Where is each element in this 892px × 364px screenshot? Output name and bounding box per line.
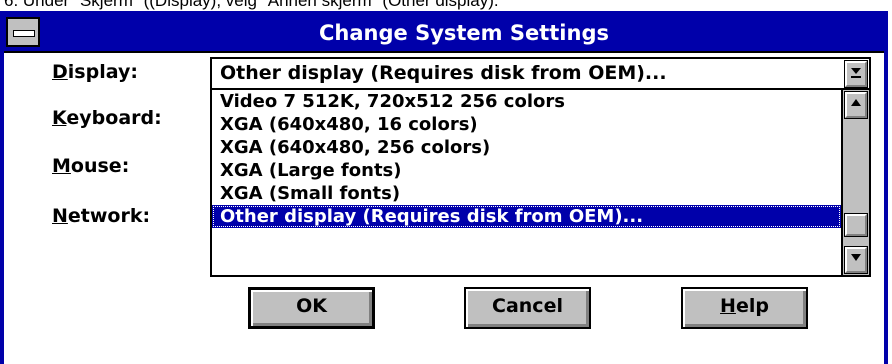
list-item[interactable]: XGA (640x480, 256 colors) [212,136,841,159]
instruction-caption: 6. Under "Skjerm" ((Display), velg "Anne… [4,0,499,10]
list-item[interactable]: Video 7 512K, 720x512 256 colors [212,90,841,113]
display-list-items: Video 7 512K, 720x512 256 colors XGA (640… [212,90,841,228]
display-combobox-value: Other display (Requires disk from OEM)..… [220,62,667,84]
dropdown-arrow-icon[interactable] [844,60,868,88]
scroll-down-arrow-icon[interactable] [844,246,868,274]
system-menu-icon[interactable] [6,17,40,47]
window-title: Change System Settings [319,21,609,45]
ok-button[interactable]: OK [248,287,375,329]
list-item[interactable]: Other display (Requires disk from OEM)..… [212,205,841,228]
list-item[interactable]: XGA (Small fonts) [212,182,841,205]
display-combobox[interactable]: Other display (Requires disk from OEM)..… [210,57,871,90]
list-item[interactable]: XGA (Large fonts) [212,159,841,182]
keyboard-label: Keyboard: [52,107,162,129]
mouse-label: Mouse: [52,155,130,177]
display-label: Display: [52,61,138,83]
display-listbox[interactable]: Video 7 512K, 720x512 256 colors XGA (640… [210,90,871,277]
list-item[interactable]: XGA (640x480, 16 colors) [212,113,841,136]
scrollbar-thumb[interactable] [844,213,868,237]
cancel-button[interactable]: Cancel [464,287,591,329]
change-system-settings-dialog: Change System Settings Display: Keyboard… [0,11,888,364]
list-scrollbar[interactable] [841,90,869,275]
help-button[interactable]: Help [681,287,808,329]
title-bar: Change System Settings [4,15,884,53]
network-label: Network: [52,205,151,227]
scroll-up-arrow-icon[interactable] [844,91,868,119]
